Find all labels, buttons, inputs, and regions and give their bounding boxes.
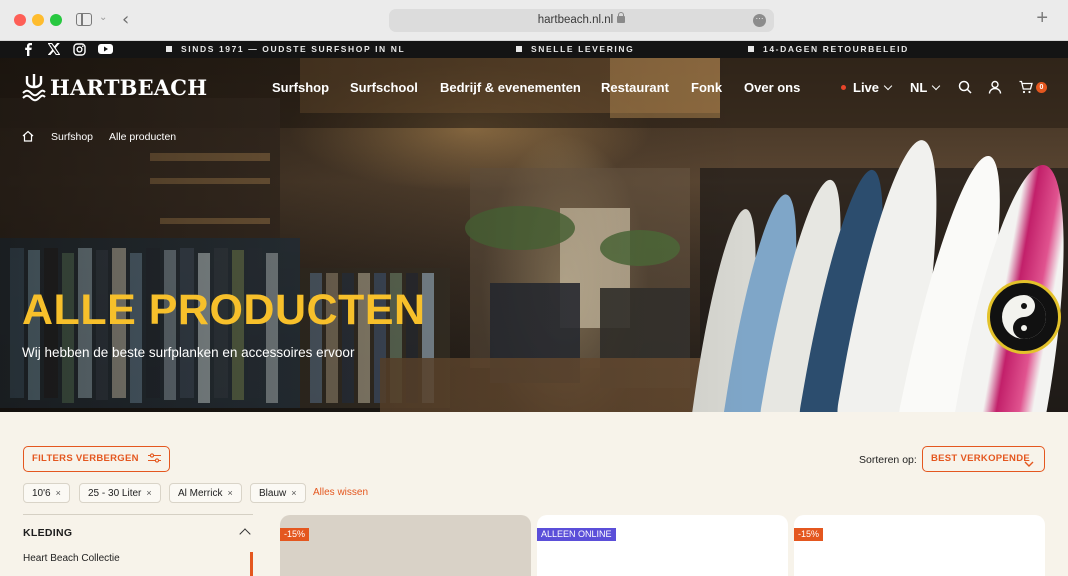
remove-filter-icon[interactable]: × <box>56 488 61 498</box>
discount-badge: -15% <box>280 528 310 541</box>
nav-surfschool[interactable]: Surfschool <box>350 80 418 95</box>
sliders-icon <box>147 449 161 472</box>
top-strip: SINDS 1971 — OUDSTE SURFSHOP IN NL SNELL… <box>0 41 1068 58</box>
minimize-window-button[interactable] <box>32 14 44 26</box>
nav-fonk[interactable]: Fonk <box>691 80 722 95</box>
search-icon[interactable] <box>958 80 972 94</box>
new-tab-button[interactable]: + <box>1036 8 1048 28</box>
user-account-icon[interactable] <box>988 80 1002 94</box>
clear-all-filters-link[interactable]: Alles wissen <box>313 487 368 498</box>
maximize-window-button[interactable] <box>50 14 62 26</box>
filter-chip-label: Blauw <box>259 488 287 499</box>
sort-label: Sorteren op: <box>859 454 917 466</box>
remove-filter-icon[interactable]: × <box>146 488 151 498</box>
sidebar-category-heading[interactable]: KLEDING <box>23 527 72 539</box>
filter-chip-label: 25 - 30 Liter <box>88 488 142 499</box>
nav-over-ons[interactable]: Over ons <box>744 80 800 95</box>
breadcrumb-surfshop[interactable]: Surfshop <box>51 131 93 143</box>
filter-chip[interactable]: Blauw × <box>250 483 306 503</box>
sort-value: BEST VERKOPENDE <box>931 453 1030 464</box>
sidebar-divider <box>23 514 253 515</box>
lock-icon <box>617 12 626 23</box>
product-card[interactable]: -15% <box>794 515 1045 576</box>
product-card[interactable]: -15% <box>280 515 531 576</box>
url-text: hartbeach.nl.nl <box>537 14 614 26</box>
breadcrumb-alle-producten[interactable]: Alle producten <box>109 131 176 143</box>
facebook-icon[interactable] <box>24 43 33 56</box>
instagram-icon[interactable] <box>73 43 86 56</box>
nav-live-label: Live <box>853 80 880 95</box>
youtube-icon[interactable] <box>98 43 113 56</box>
online-only-badge: ALLEEN ONLINE <box>537 528 616 541</box>
browser-toolbar: ⌄ ‹ hartbeach.nl.nl ··· + <box>0 0 1068 41</box>
trident-wave-icon <box>22 72 46 102</box>
sidebar-item-heart-beach-collectie[interactable]: Heart Beach Collectie <box>23 553 120 564</box>
discount-badge: -15% <box>794 528 824 541</box>
nav-bedrijf-evenementen[interactable]: Bedrijf & evenementen <box>440 80 581 95</box>
address-bar[interactable]: hartbeach.nl.nl ··· <box>389 9 774 32</box>
chevron-down-icon[interactable]: ⌄ <box>99 12 107 23</box>
close-window-button[interactable] <box>14 14 26 26</box>
filter-chip[interactable]: 10'6 × <box>23 483 70 503</box>
usp-item: SINDS 1971 — OUDSTE SURFSHOP IN NL <box>166 44 405 54</box>
filter-chip[interactable]: 25 - 30 Liter × <box>79 483 161 503</box>
sidebar-toggle-icon[interactable] <box>76 13 92 26</box>
logo-text: HARTBEACH <box>50 74 208 100</box>
cart-count-badge: 0 <box>1036 82 1047 93</box>
language-selector[interactable]: NL <box>910 80 941 95</box>
page-subtitle: Wij hebben de beste surfplanken en acces… <box>22 345 355 360</box>
remove-filter-icon[interactable]: × <box>291 488 296 498</box>
toggle-filters-button[interactable]: FILTERS VERBERGEN <box>23 446 170 472</box>
filter-chip[interactable]: Al Merrick × <box>169 483 242 503</box>
hartbeach-logo[interactable]: HARTBEACH <box>22 72 207 102</box>
more-options-icon[interactable]: ··· <box>753 14 766 27</box>
home-icon[interactable] <box>22 130 34 145</box>
filter-chip-label: 10'6 <box>32 488 51 499</box>
sidebar-scrollbar[interactable] <box>250 552 253 576</box>
page-title: ALLE PRODUCTEN <box>22 286 426 334</box>
filter-chip-label: Al Merrick <box>178 488 223 499</box>
sort-dropdown[interactable]: BEST VERKOPENDE <box>922 446 1045 472</box>
usp-item: SNELLE LEVERING <box>516 44 634 54</box>
back-arrow-icon[interactable]: ‹ <box>122 9 129 30</box>
nav-surfshop[interactable]: Surfshop <box>272 80 329 95</box>
usp-item: 14-DAGEN RETOURBELEID <box>748 44 909 54</box>
x-twitter-icon[interactable] <box>47 42 61 56</box>
chevron-down-icon <box>883 81 893 91</box>
toggle-filters-label: FILTERS VERBERGEN <box>32 453 139 464</box>
cart-icon[interactable] <box>1019 80 1033 94</box>
remove-filter-icon[interactable]: × <box>227 488 232 498</box>
chevron-down-icon <box>1024 454 1034 477</box>
nav-restaurant[interactable]: Restaurant <box>601 80 669 95</box>
chevron-down-icon <box>932 81 941 91</box>
language-label: NL <box>910 80 928 95</box>
nav-live-dropdown[interactable]: Live <box>841 80 893 95</box>
product-card[interactable]: ALLEEN ONLINE <box>537 515 788 576</box>
live-indicator-icon <box>841 85 846 90</box>
